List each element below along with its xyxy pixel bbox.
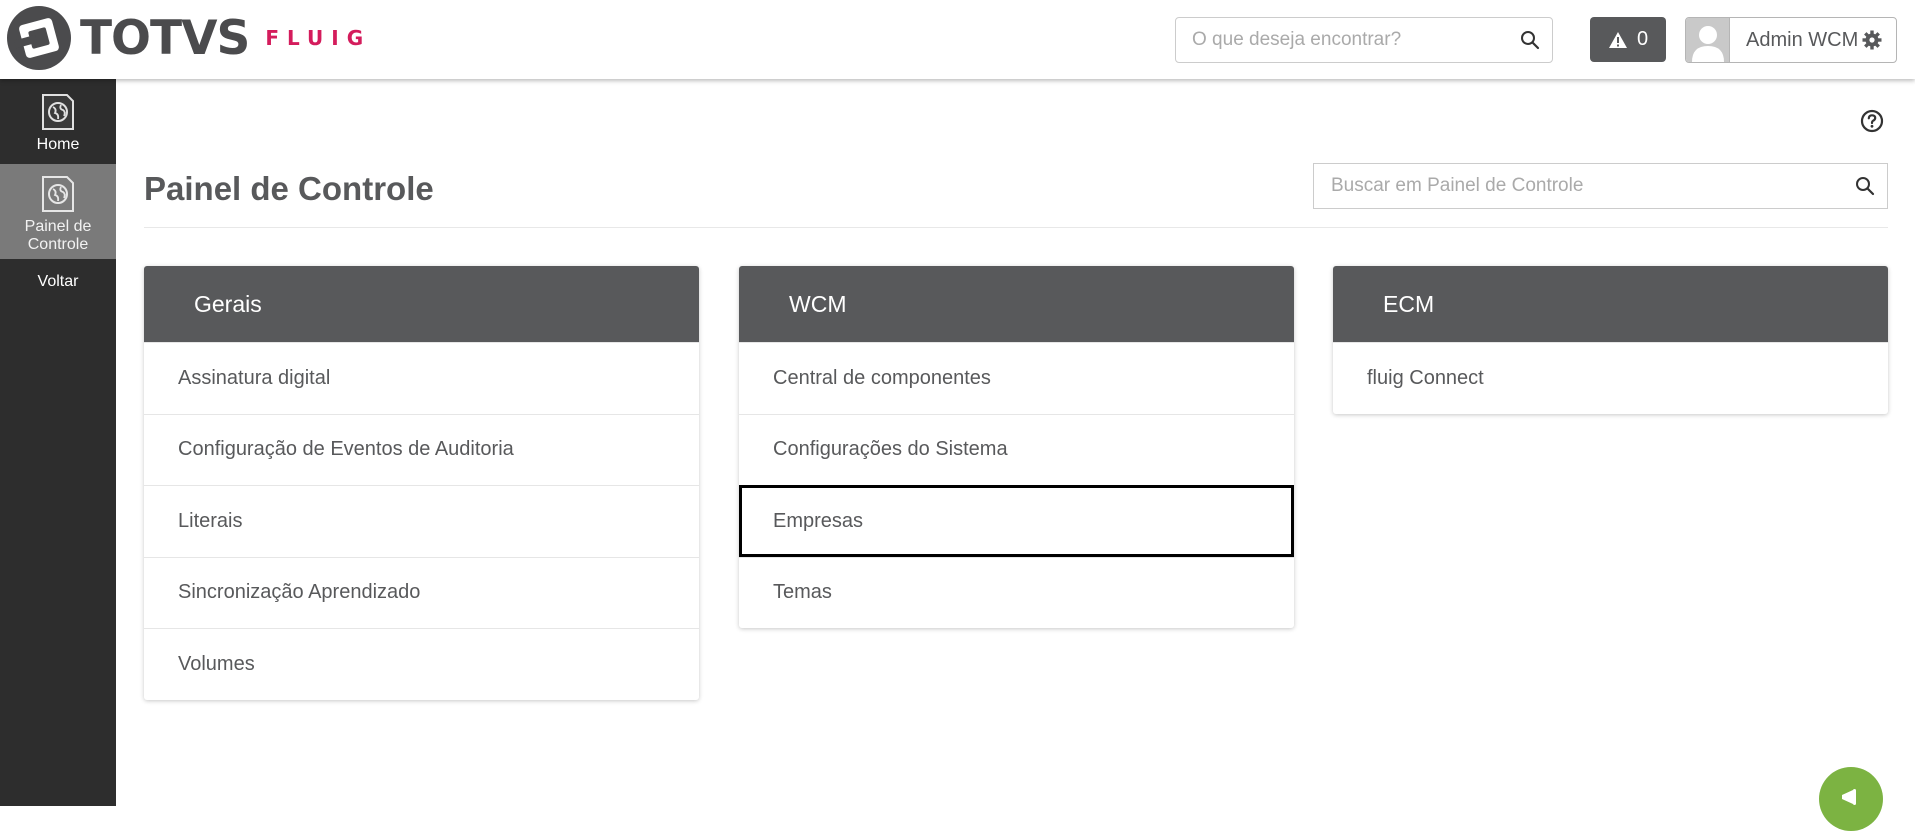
panel-search-input[interactable] — [1314, 164, 1843, 208]
list-item[interactable]: fluig Connect — [1333, 342, 1888, 414]
list-item[interactable]: Configuração de Eventos de Auditoria — [144, 413, 699, 486]
card-ecm: ECM fluig Connect — [1333, 266, 1888, 414]
list-item-focused[interactable]: Empresas — [739, 485, 1294, 557]
megaphone-icon — [1842, 789, 1856, 805]
sidebar: Home Painel de Controle Voltar — [0, 79, 116, 806]
card-wcm: WCM Central de componentes Configurações… — [739, 266, 1294, 628]
card-gerais: Gerais Assinatura digital Configuração d… — [144, 266, 699, 700]
warning-icon — [1608, 31, 1627, 48]
page-title: Painel de Controle — [144, 170, 434, 207]
list-item[interactable]: Literais — [144, 485, 699, 557]
search-icon[interactable] — [1508, 18, 1552, 62]
list-item[interactable]: Central de componentes — [739, 342, 1294, 414]
sidebar-item-painel-de-controle[interactable]: Painel de Controle — [0, 164, 116, 259]
card-header: Gerais — [144, 266, 699, 342]
list-item[interactable]: Configurações do Sistema — [739, 413, 1294, 486]
feedback-fab-button[interactable] — [1819, 767, 1883, 831]
search-icon[interactable] — [1843, 164, 1887, 208]
list-item[interactable]: Volumes — [144, 628, 699, 700]
global-search-input[interactable] — [1176, 18, 1508, 62]
avatar — [1686, 18, 1730, 62]
panel-search — [1313, 163, 1888, 209]
sidebar-item-label: Painel de Controle — [24, 218, 92, 253]
user-silhouette-icon — [1691, 26, 1724, 62]
top-header: TOTVS FLUIG 0 Admin WCM — [0, 0, 1915, 79]
list-item[interactable]: Temas — [739, 556, 1294, 629]
user-name: Admin WCM — [1746, 28, 1859, 51]
sidebar-item-label: Voltar — [37, 272, 79, 290]
notifications-button[interactable]: 0 — [1590, 17, 1666, 62]
user-menu-button[interactable]: Admin WCM — [1685, 17, 1897, 63]
list-item[interactable]: Assinatura digital — [144, 342, 699, 414]
sidebar-item-home[interactable]: Home — [0, 79, 116, 164]
logo-text: TOTVS — [80, 10, 250, 66]
list-item[interactable]: Sincronização Aprendizado — [144, 556, 699, 629]
sidebar-item-voltar[interactable]: Voltar — [0, 259, 116, 304]
notifications-count: 0 — [1636, 28, 1649, 50]
globe-doc-icon — [42, 176, 74, 212]
totvs-fluig-logo[interactable]: TOTVS FLUIG — [6, 5, 371, 71]
totvs-logo-icon — [7, 6, 71, 70]
title-divider — [144, 227, 1888, 228]
global-search — [1175, 17, 1553, 63]
help-icon[interactable] — [1860, 109, 1884, 133]
logo-subtext: FLUIG — [265, 26, 372, 50]
sidebar-item-label: Home — [36, 136, 80, 153]
gear-icon — [1862, 30, 1882, 50]
card-header: ECM — [1333, 266, 1888, 342]
card-header: WCM — [739, 266, 1294, 342]
globe-doc-icon — [42, 94, 74, 130]
